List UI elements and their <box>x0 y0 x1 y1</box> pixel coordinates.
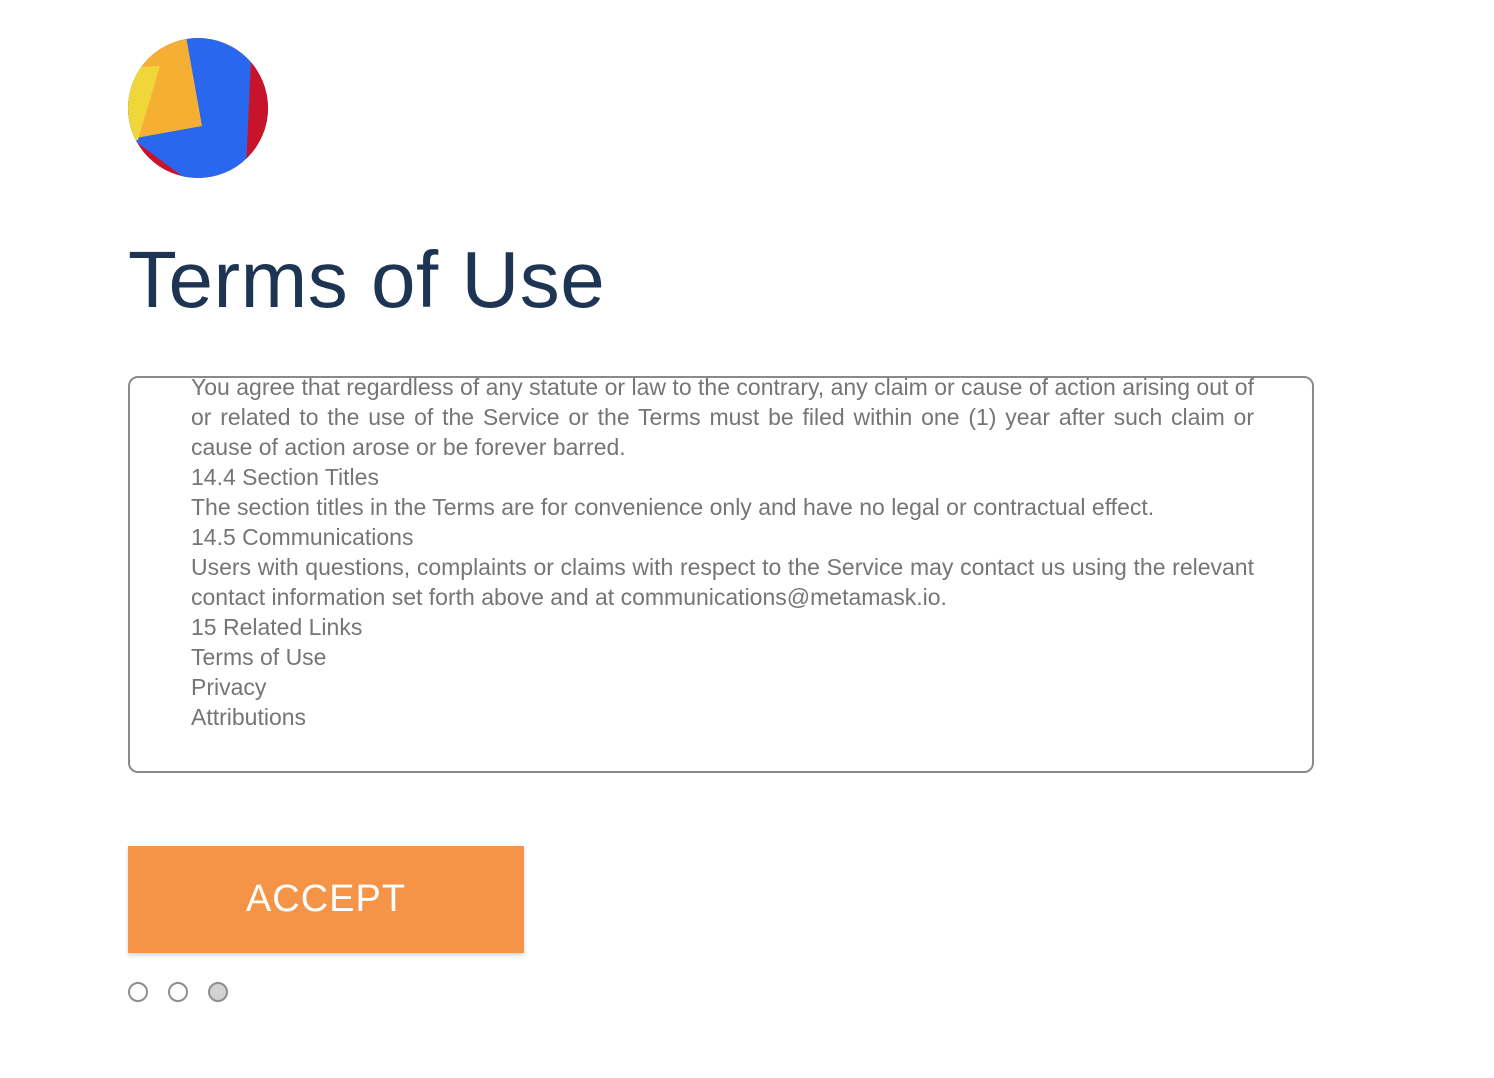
terms-paragraph: You agree that regardless of any statute… <box>191 376 1254 460</box>
terms-content: You agree that regardless of any statute… <box>191 376 1254 732</box>
pagination-dot-1[interactable] <box>128 982 148 1002</box>
terms-link-terms[interactable]: Terms of Use <box>191 642 1254 672</box>
terms-screen: Terms of Use You agree that regardless o… <box>0 0 1494 1078</box>
page-title: Terms of Use <box>128 235 606 324</box>
terms-paragraph: Users with questions, complaints or clai… <box>191 554 1254 610</box>
logo-icon <box>128 38 268 178</box>
terms-link-attributions[interactable]: Attributions <box>191 702 1254 732</box>
terms-paragraph: The section titles in the Terms are for … <box>191 494 1155 520</box>
pagination-dots <box>128 982 228 1002</box>
accept-button[interactable]: ACCEPT <box>128 846 524 953</box>
pagination-dot-2[interactable] <box>168 982 188 1002</box>
terms-section-title: 14.4 Section Titles <box>191 464 379 490</box>
terms-link-privacy[interactable]: Privacy <box>191 672 1254 702</box>
terms-scroll-box[interactable]: You agree that regardless of any statute… <box>128 376 1314 773</box>
terms-section-title: 14.5 Communications <box>191 524 414 550</box>
terms-section-title: 15 Related Links <box>191 614 363 640</box>
pagination-dot-3-active[interactable] <box>208 982 228 1002</box>
